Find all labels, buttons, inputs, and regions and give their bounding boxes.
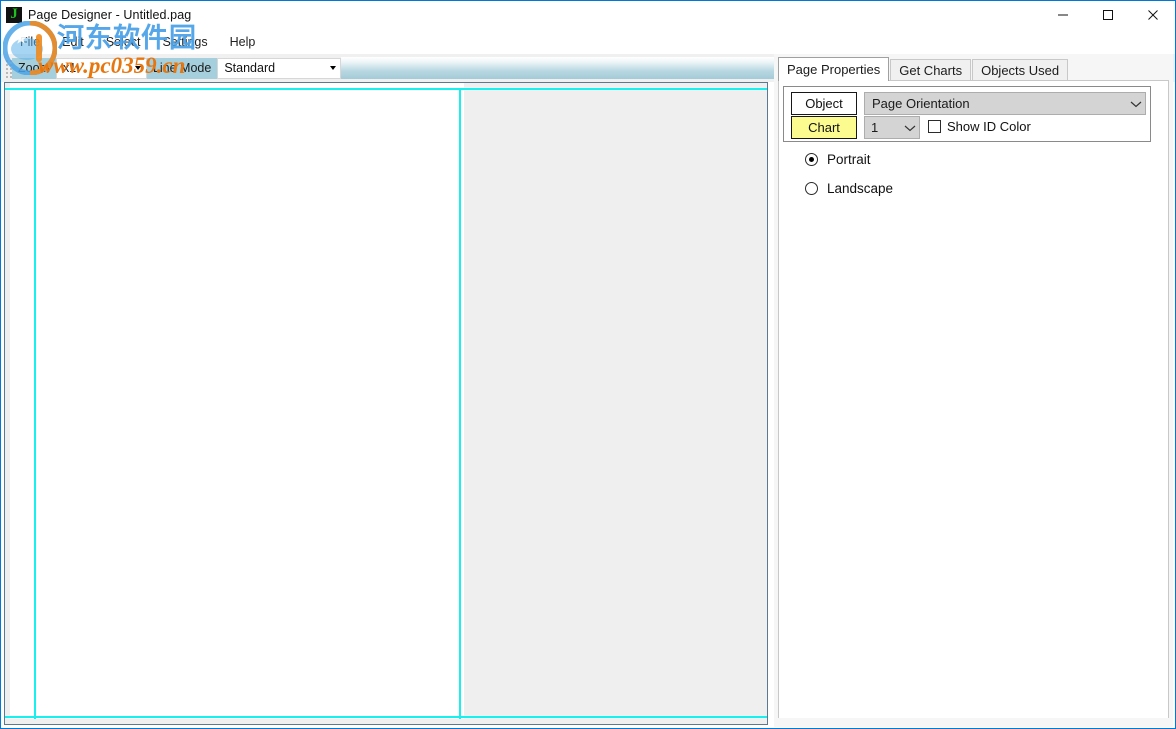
zoom-combo[interactable]: x1 (55, 57, 147, 79)
panel-tabstrip: Page Properties Get Charts Objects Used (778, 57, 1069, 81)
menu-item-file[interactable]: File (9, 32, 51, 52)
panel-bottom-spacer (778, 718, 1169, 723)
guide-line-left[interactable] (34, 88, 36, 720)
object-id-combo[interactable]: 1 (864, 116, 920, 139)
application-window: J Page Designer - Untitled.pag File Edit… (0, 0, 1176, 729)
radio-row-landscape[interactable]: Landscape (805, 181, 893, 196)
line-mode-label: Line Mode (146, 57, 218, 79)
close-icon (1147, 10, 1158, 20)
properties-panel: Page Properties Get Charts Objects Used … (774, 54, 1173, 727)
menu-item-help[interactable]: Help (219, 32, 267, 52)
title-bar: J Page Designer - Untitled.pag (1, 1, 1175, 29)
tab-objects-used[interactable]: Objects Used (972, 59, 1069, 81)
chevron-down-icon[interactable] (325, 59, 340, 78)
menu-item-settings[interactable]: Settings (151, 32, 218, 52)
chart-button[interactable]: Chart (791, 116, 857, 139)
menu-item-select[interactable]: Select (95, 32, 152, 52)
object-button[interactable]: Object (791, 92, 857, 115)
radio-portrait-button[interactable] (805, 153, 818, 166)
maximize-icon (1102, 10, 1113, 20)
toolbar-grip-handle[interactable] (4, 58, 12, 78)
zoom-label: Zoom (12, 57, 56, 79)
app-icon-letter: J (10, 6, 18, 22)
maximize-button[interactable] (1085, 1, 1130, 29)
object-selector-group: Object Chart Page Orientation 1 Show ID … (783, 86, 1151, 142)
tab-panel-body: Object Chart Page Orientation 1 Show ID … (778, 80, 1169, 720)
show-id-color-label: Show ID Color (947, 119, 1031, 134)
window-controls (1040, 1, 1175, 29)
show-id-color-checkbox[interactable] (928, 120, 941, 133)
radio-row-portrait[interactable]: Portrait (805, 152, 871, 167)
minimize-button[interactable] (1040, 1, 1085, 29)
chevron-down-icon[interactable] (1127, 100, 1145, 108)
radio-portrait-label: Portrait (827, 152, 871, 167)
app-letter-j-icon: J (6, 6, 22, 23)
chevron-down-icon[interactable] (901, 124, 919, 132)
line-mode-combo-value: Standard (224, 61, 276, 75)
tab-get-charts[interactable]: Get Charts (890, 59, 972, 81)
menu-bar: File Edit Select Settings Help (1, 29, 1175, 54)
design-canvas[interactable] (4, 82, 768, 725)
chevron-down-icon[interactable] (131, 59, 146, 78)
guide-line-top[interactable] (5, 88, 767, 90)
tab-page-properties[interactable]: Page Properties (778, 57, 890, 81)
window-title: Page Designer - Untitled.pag (28, 8, 192, 22)
canvas-horizontal-scrollbar[interactable] (5, 719, 767, 724)
radio-landscape-label: Landscape (827, 181, 894, 196)
guide-line-right[interactable] (459, 88, 461, 720)
line-mode-combo[interactable]: Standard (217, 57, 342, 79)
page-orientation-combo[interactable]: Page Orientation (864, 92, 1146, 115)
zoom-combo-value: x1 (62, 61, 77, 75)
menu-item-edit[interactable]: Edit (51, 32, 95, 52)
object-id-combo-value: 1 (871, 120, 879, 135)
page-sheet[interactable] (10, 83, 464, 720)
minimize-icon (1057, 14, 1068, 16)
close-button[interactable] (1130, 1, 1175, 29)
radio-landscape-button[interactable] (805, 182, 818, 195)
guide-line-bottom[interactable] (5, 716, 767, 718)
page-orientation-combo-value: Page Orientation (872, 96, 970, 111)
show-id-color-checkbox-row[interactable]: Show ID Color (928, 119, 1031, 134)
